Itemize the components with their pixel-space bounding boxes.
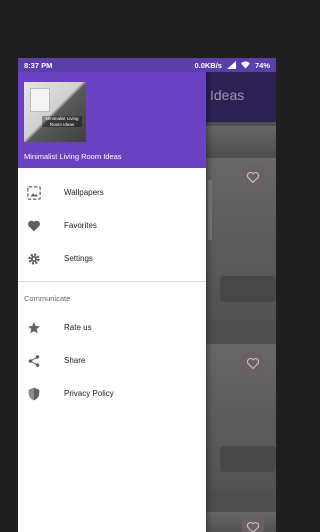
menu-divider	[18, 281, 206, 282]
window-image	[30, 88, 50, 112]
menu-item-share[interactable]: Share	[18, 344, 206, 377]
menu-item-label: Favorites	[64, 221, 97, 230]
drawer-header: Minimalist Living Room Ideas Minimalist …	[18, 72, 206, 168]
signal-icon	[226, 61, 236, 69]
star-icon	[26, 320, 42, 336]
menu-item-favorites[interactable]: Favorites	[18, 209, 206, 242]
menu-item-privacy-policy[interactable]: Privacy Policy	[18, 377, 206, 410]
status-bar: 8:37 PM 0.0KB/s 74%	[18, 58, 276, 72]
menu-item-label: Rate us	[64, 323, 92, 332]
app-thumbnail: Minimalist Living Room Ideas	[24, 82, 86, 142]
thumbnail-caption: Minimalist Living Room Ideas	[42, 116, 82, 127]
wallpapers-icon	[26, 185, 42, 201]
menu-item-label: Wallpapers	[64, 188, 104, 197]
drawer-menu: Wallpapers Favorites Settings Communicat…	[18, 176, 206, 410]
navigation-drawer: Minimalist Living Room Ideas Minimalist …	[18, 72, 206, 532]
device-screen: 8:37 PM 0.0KB/s 74% Ideas Minimalist Liv…	[18, 58, 276, 532]
menu-item-label: Privacy Policy	[64, 389, 114, 398]
heart-icon	[26, 218, 42, 234]
shield-icon	[26, 386, 42, 402]
share-icon	[26, 353, 42, 369]
menu-item-label: Settings	[64, 254, 93, 263]
battery-level: 74%	[254, 60, 270, 70]
gear-icon	[26, 251, 42, 267]
wifi-icon	[240, 61, 250, 69]
status-time: 8:37 PM	[24, 60, 53, 70]
menu-item-settings[interactable]: Settings	[18, 242, 206, 275]
network-speed: 0.0KB/s	[194, 60, 222, 70]
app-title: Minimalist Living Room Ideas	[24, 152, 122, 161]
menu-item-rate-us[interactable]: Rate us	[18, 311, 206, 344]
menu-item-wallpapers[interactable]: Wallpapers	[18, 176, 206, 209]
section-header-communicate: Communicate	[24, 294, 71, 303]
menu-item-label: Share	[64, 356, 86, 365]
